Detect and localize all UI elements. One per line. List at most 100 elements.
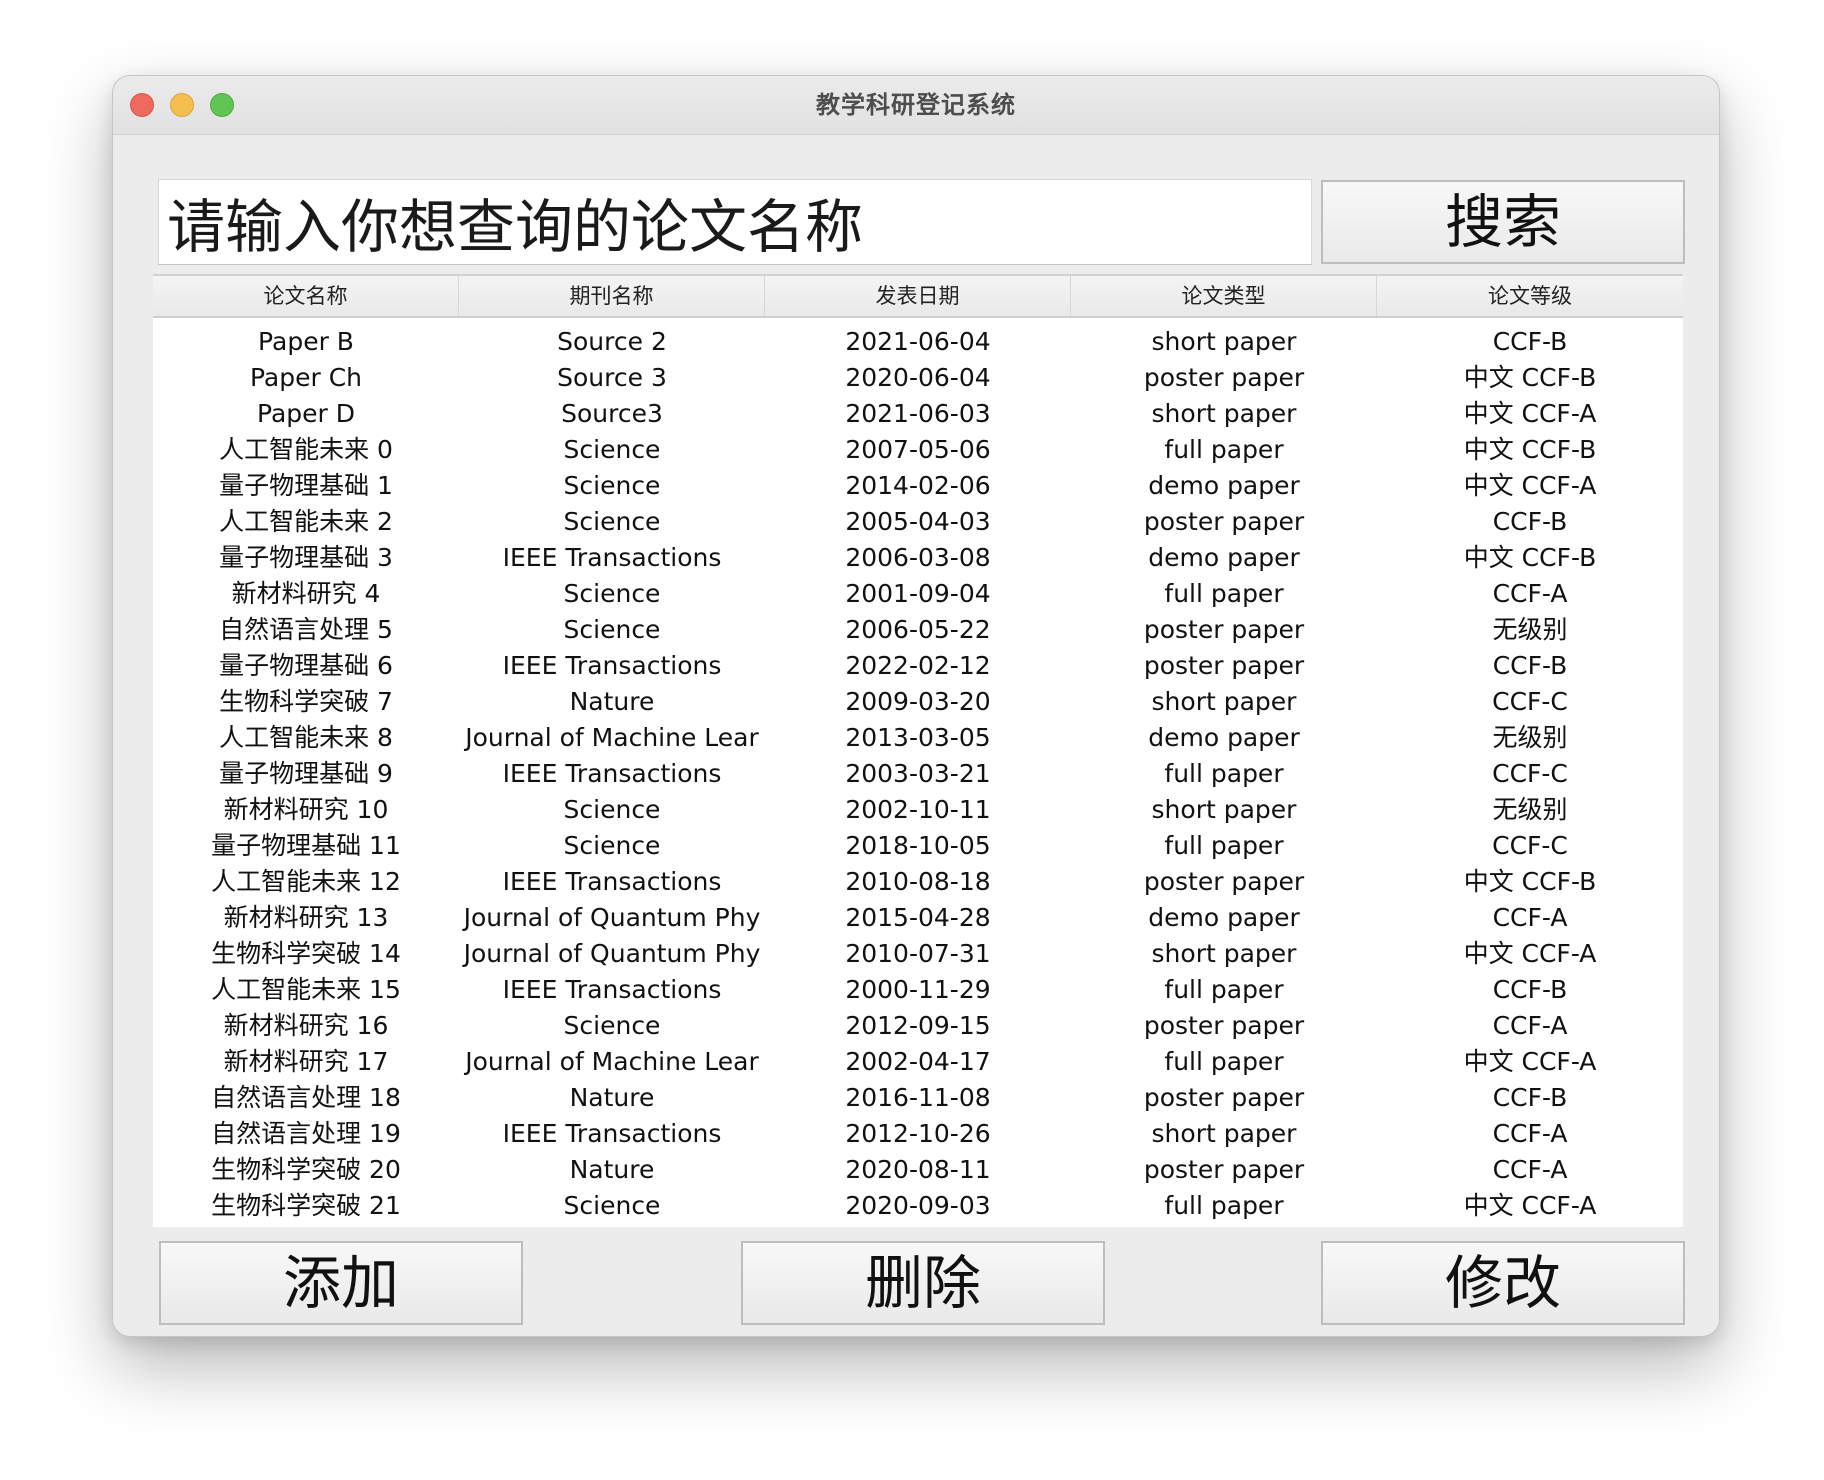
paper-name-cell: 自然语言处理 18 (211, 1083, 401, 1112)
paper-type-cell: demo paper (1148, 903, 1300, 932)
search-input[interactable] (158, 179, 1312, 265)
paper-name-cell: 人工智能未来 15 (211, 975, 401, 1004)
paper-name-cell: 量子物理基础 9 (219, 759, 393, 788)
paper-type-cell: poster paper (1143, 1155, 1305, 1184)
table-body: Paper B Source 2 2021-06-04 short paper CCF-… (153, 324, 1683, 1224)
journal-name-cell: Science (563, 795, 661, 824)
table-row[interactable]: 量子物理基础 11 Science 2018-10-05 full paper CCF-… (153, 828, 1683, 864)
add-button[interactable]: 添加 (159, 1241, 523, 1325)
publish-date-cell: 2010-07-31 (845, 939, 991, 968)
paper-name-cell: 自然语言处理 5 (219, 615, 393, 644)
column-header-publish-date[interactable]: 发表日期 (765, 276, 1071, 316)
table-row[interactable]: 量子物理基础 3 IEEE Transactions 2006-03-08 demo … (153, 540, 1683, 576)
papers-table[interactable]: 论文名称 期刊名称 发表日期 论文类型 论文等级 Paper B Source 2… (153, 274, 1683, 1227)
table-row[interactable]: 人工智能未来 15 IEEE Transactions 2000-11-29 full… (153, 972, 1683, 1008)
paper-level-cell: CCF-B (1492, 507, 1568, 536)
journal-name-cell: Science (563, 435, 661, 464)
publish-date-cell: 2010-08-18 (845, 867, 991, 896)
table-row[interactable]: 自然语言处理 19 IEEE Transactions 2012-10-26 shor… (153, 1116, 1683, 1152)
publish-date-cell: 2013-03-05 (845, 723, 991, 752)
table-row[interactable]: 新材料研究 16 Science 2012-09-15 poster paper CCF… (153, 1008, 1683, 1044)
paper-type-cell: poster paper (1143, 867, 1305, 896)
journal-name-cell: IEEE Transactions (502, 975, 722, 1004)
paper-name-cell: 人工智能未来 2 (219, 507, 393, 536)
table-row[interactable]: 新材料研究 13 Journal of Quantum Phy 2015-04-28… (153, 900, 1683, 936)
table-header: 论文名称 期刊名称 发表日期 论文类型 论文等级 (153, 274, 1683, 318)
paper-name-cell: Paper B (258, 327, 354, 356)
publish-date-cell: 2000-11-29 (845, 975, 991, 1004)
table-row[interactable]: Paper B Source 2 2021-06-04 short paper CCF-… (153, 324, 1683, 360)
paper-level-cell: 中文 CCF-A (1463, 471, 1597, 500)
paper-type-cell: poster paper (1143, 363, 1305, 392)
journal-name-cell: Journal of Quantum Phy (463, 939, 761, 968)
table-row[interactable]: 生物科学突破 21 Science 2020-09-03 full paper 中文 C… (153, 1188, 1683, 1224)
table-row[interactable]: 量子物理基础 9 IEEE Transactions 2003-03-21 full … (153, 756, 1683, 792)
journal-name-cell: Nature (569, 1083, 655, 1112)
publish-date-cell: 2003-03-21 (845, 759, 991, 788)
table-row[interactable]: 人工智能未来 2 Science 2005-04-03 poster paper CCF… (153, 504, 1683, 540)
table-row[interactable]: 人工智能未来 12 IEEE Transactions 2010-08-18 post… (153, 864, 1683, 900)
table-row[interactable]: 生物科学突破 14 Journal of Quantum Phy 2010-07-3… (153, 936, 1683, 972)
paper-level-cell: 中文 CCF-A (1463, 1191, 1597, 1220)
paper-level-cell: CCF-C (1492, 831, 1568, 860)
paper-name-cell: 新材料研究 13 (223, 903, 389, 932)
table-row[interactable]: 自然语言处理 5 Science 2006-05-22 poster paper 无级别 (153, 612, 1683, 648)
table-row[interactable]: Paper Ch Source 3 2020-06-04 poster paper 中文… (153, 360, 1683, 396)
table-row[interactable]: 量子物理基础 6 IEEE Transactions 2022-02-12 poste… (153, 648, 1683, 684)
paper-name-cell: 自然语言处理 19 (211, 1119, 401, 1148)
title-bar[interactable]: 教学科研登记系统 (113, 76, 1719, 135)
publish-date-cell: 2012-09-15 (845, 1011, 991, 1040)
journal-name-cell: IEEE Transactions (502, 759, 722, 788)
search-button[interactable]: 搜索 (1321, 180, 1685, 264)
table-row[interactable]: 新材料研究 17 Journal of Machine Lear 2002-04-1… (153, 1044, 1683, 1080)
paper-level-cell: CCF-B (1492, 1083, 1568, 1112)
journal-name-cell: Journal of Machine Lear (465, 723, 759, 752)
paper-level-cell: CCF-A (1492, 1119, 1568, 1148)
column-header-journal-name[interactable]: 期刊名称 (459, 276, 765, 316)
paper-type-cell: short paper (1151, 795, 1297, 824)
publish-date-cell: 2020-06-04 (845, 363, 991, 392)
table-row[interactable]: 人工智能未来 8 Journal of Machine Lear 2013-03-0… (153, 720, 1683, 756)
paper-type-cell: short paper (1151, 687, 1297, 716)
paper-level-cell: 中文 CCF-B (1463, 363, 1597, 392)
publish-date-cell: 2020-08-11 (845, 1155, 991, 1184)
table-row[interactable]: 人工智能未来 0 Science 2007-05-06 full paper 中文 CC… (153, 432, 1683, 468)
paper-name-cell: 量子物理基础 1 (219, 471, 393, 500)
publish-date-cell: 2002-10-11 (845, 795, 991, 824)
table-row[interactable]: Paper D Source3 2021-06-03 short paper 中文 CC… (153, 396, 1683, 432)
table-row[interactable]: 量子物理基础 1 Science 2014-02-06 demo paper 中文 CC… (153, 468, 1683, 504)
journal-name-cell: Journal of Machine Lear (465, 1047, 759, 1076)
edit-button[interactable]: 修改 (1321, 1241, 1685, 1325)
paper-level-cell: CCF-C (1492, 687, 1568, 716)
paper-level-cell: CCF-C (1492, 759, 1568, 788)
paper-name-cell: 量子物理基础 3 (219, 543, 393, 572)
column-header-paper-name[interactable]: 论文名称 (153, 276, 459, 316)
paper-name-cell: 新材料研究 10 (223, 795, 389, 824)
paper-level-cell: 中文 CCF-B (1463, 543, 1597, 572)
journal-name-cell: Nature (569, 1155, 655, 1184)
paper-name-cell: 量子物理基础 11 (211, 831, 401, 860)
paper-name-cell: 新材料研究 16 (223, 1011, 389, 1040)
paper-name-cell: 新材料研究 4 (231, 579, 381, 608)
paper-name-cell: 生物科学突破 20 (211, 1155, 401, 1184)
table-row[interactable]: 生物科学突破 20 Nature 2020-08-11 poster paper CCF… (153, 1152, 1683, 1188)
paper-type-cell: demo paper (1148, 471, 1300, 500)
table-row[interactable]: 新材料研究 4 Science 2001-09-04 full paper CCF-A (153, 576, 1683, 612)
column-header-paper-level[interactable]: 论文等级 (1377, 276, 1683, 316)
paper-type-cell: demo paper (1148, 543, 1300, 572)
publish-date-cell: 2002-04-17 (845, 1047, 991, 1076)
table-row[interactable]: 新材料研究 10 Science 2002-10-11 short paper 无级别 (153, 792, 1683, 828)
paper-type-cell: demo paper (1148, 723, 1300, 752)
journal-name-cell: IEEE Transactions (502, 1119, 722, 1148)
journal-name-cell: IEEE Transactions (502, 543, 722, 572)
paper-level-cell: CCF-B (1492, 327, 1568, 356)
paper-level-cell: 中文 CCF-B (1463, 435, 1597, 464)
paper-type-cell: full paper (1164, 975, 1284, 1004)
table-row[interactable]: 自然语言处理 18 Nature 2016-11-08 poster paper CCF… (153, 1080, 1683, 1116)
paper-level-cell: 中文 CCF-A (1463, 399, 1597, 428)
column-header-paper-type[interactable]: 论文类型 (1071, 276, 1377, 316)
paper-name-cell: 人工智能未来 12 (211, 867, 401, 896)
delete-button[interactable]: 删除 (741, 1241, 1105, 1325)
journal-name-cell: Source3 (561, 399, 663, 428)
table-row[interactable]: 生物科学突破 7 Nature 2009-03-20 short paper CCF-C (153, 684, 1683, 720)
